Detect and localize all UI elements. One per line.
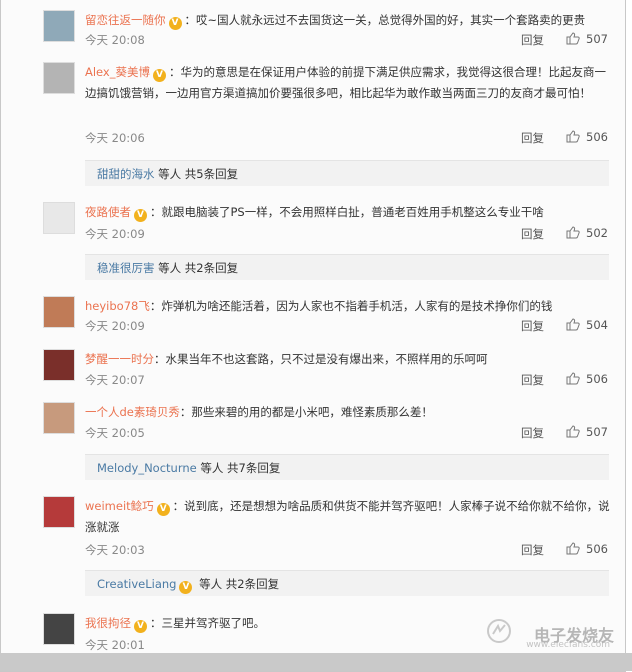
reply-username-link[interactable]: 甜甜的海水 (97, 167, 155, 181)
replies-count-text: 等人 共2条回复 (154, 261, 239, 275)
comment-text: heyibo78飞：炸弹机为啥还能活着，因为人家也不指着手机活，人家有的是技术挣… (85, 296, 611, 317)
thumbs-up-icon (566, 318, 580, 331)
replies-summary[interactable]: 稳准很厉害 等人 共2条回复 (85, 254, 609, 280)
thumbs-up-icon (566, 372, 580, 385)
username-link[interactable]: 一个人de素琦贝秀 (85, 405, 180, 419)
username-link[interactable]: weimeit鲶巧 (85, 499, 154, 513)
like-button[interactable]: 506 (566, 372, 608, 386)
like-count: 507 (586, 32, 608, 46)
verified-badge-icon: V (156, 503, 170, 516)
like-count: 507 (586, 425, 608, 439)
comment-body: ：三星并驾齐驱了吧。 (150, 616, 265, 630)
comment-body: ：那些来碧的用的都是小米吧，难怪素质那么差！ (179, 405, 433, 419)
like-button[interactable]: 507 (566, 425, 608, 439)
like-count: 506 (586, 130, 608, 144)
avatar[interactable] (43, 62, 75, 94)
comment-body: ：炸弹机为啥还能活着，因为人家也不指着手机活，人家有的是技术挣你们的钱 (149, 299, 553, 313)
thumbs-up-icon (566, 425, 580, 438)
verified-badge-icon: V (168, 17, 182, 30)
username-link[interactable]: heyibo78飞 (85, 299, 150, 313)
comment-text: weimeit鲶巧 V ：说到底，还是想想为啥品质和供货不能并驾齐驱吧！人家棒子说不… (85, 496, 611, 538)
avatar[interactable] (43, 496, 75, 528)
avatar[interactable] (43, 296, 75, 328)
reply-button[interactable]: 回复 (521, 318, 544, 334)
comment-meta: 今天 20:09 回复 502 (85, 226, 611, 242)
avatar[interactable] (43, 10, 75, 42)
comment-meta: 今天 20:07 回复 506 (85, 372, 611, 388)
timestamp: 今天 20:09 (85, 319, 145, 333)
comment-meta: 今天 20:08 回复 507 (85, 32, 611, 48)
avatar[interactable] (43, 202, 75, 234)
comment-body: ：哎~国人就永远过不去国货这一关，总觉得外国的好，其实一个套路卖的更贵 (184, 13, 586, 27)
like-button[interactable]: 507 (566, 32, 608, 46)
username-link[interactable]: 夜路使者 (85, 205, 131, 219)
reply-button[interactable]: 回复 (521, 425, 544, 441)
comment-body: ：就跟电脑装了PS一样，不会用照样白扯，普通老百姓用手机整这么专业干啥 (150, 205, 544, 219)
thumbs-up-icon (566, 226, 580, 239)
comment-meta: 今天 20:09 回复 504 (85, 318, 611, 334)
verified-badge-icon: V (134, 620, 147, 633)
username-link[interactable]: 梦醒一一时分 (85, 352, 154, 366)
verified-badge-icon: V (179, 581, 193, 594)
reply-button[interactable]: 回复 (521, 542, 544, 558)
comment-text: 我很拘径 V ：三星并驾齐驱了吧。 (85, 613, 611, 634)
avatar[interactable] (43, 402, 75, 434)
comment-feed: 留恋往返一随你 V ：哎~国人就永远过不去国货这一关，总觉得外国的好，其实一个套路卖… (0, 0, 626, 672)
comment-text: 留恋往返一随你 V ：哎~国人就永远过不去国货这一关，总觉得外国的好，其实一个套路卖… (85, 10, 611, 31)
replies-count-text: 等人 共2条回复 (195, 577, 280, 591)
like-button[interactable]: 506 (566, 542, 608, 556)
bottom-bar (0, 653, 632, 671)
reply-button[interactable]: 回复 (521, 130, 544, 146)
comment-text: 一个人de素琦贝秀：那些来碧的用的都是小米吧，难怪素质那么差！ (85, 402, 611, 423)
timestamp: 今天 20:01 (85, 638, 145, 652)
reply-button[interactable]: 回复 (521, 372, 544, 388)
verified-badge-icon: V (153, 69, 166, 82)
comment-meta: 今天 20:05 回复 507 (85, 425, 611, 441)
thumbs-up-icon (566, 32, 580, 45)
reply-button[interactable]: 回复 (521, 32, 544, 48)
like-button[interactable]: 502 (566, 226, 608, 240)
timestamp: 今天 20:07 (85, 373, 145, 387)
like-count: 506 (586, 542, 608, 556)
watermark-url: www.elecfans.com (526, 640, 610, 650)
watermark-logo-icon (487, 619, 511, 643)
comment-text: Alex_葵美博 V ：华为的意思是在保证用户体验的前提下满足供应需求，我觉得这很合… (85, 62, 611, 104)
like-count: 504 (586, 318, 608, 332)
timestamp: 今天 20:06 (85, 131, 145, 145)
thumbs-up-icon (566, 542, 580, 555)
like-button[interactable]: 504 (566, 318, 608, 332)
like-button[interactable]: 506 (566, 130, 608, 144)
like-count: 502 (586, 226, 608, 240)
comment-meta: 今天 20:03 回复 506 (85, 542, 611, 558)
verified-badge-icon: V (134, 209, 147, 222)
replies-summary[interactable]: Melody_Nocturne 等人 共7条回复 (85, 454, 609, 480)
timestamp: 今天 20:05 (85, 426, 145, 440)
comment-meta: 今天 20:06 回复 506 (85, 130, 611, 146)
username-link[interactable]: 留恋往返一随你 (85, 13, 166, 27)
avatar[interactable] (43, 613, 75, 645)
thumbs-up-icon (566, 130, 580, 143)
avatar[interactable] (43, 349, 75, 381)
reply-username-link[interactable]: Melody_Nocturne (97, 461, 197, 475)
replies-summary[interactable]: CreativeLiang V 等人 共2条回复 (85, 570, 609, 596)
comment-body: ：水果当年不也这套路，只不过是没有爆出来，不照样用的乐呵呵 (154, 352, 488, 366)
replies-summary[interactable]: 甜甜的海水 等人 共5条回复 (85, 160, 609, 186)
username-link[interactable]: Alex_葵美博 (85, 65, 150, 79)
username-link[interactable]: 我很拘径 (85, 616, 131, 630)
like-count: 506 (586, 372, 608, 386)
reply-button[interactable]: 回复 (521, 226, 544, 242)
comment-text: 夜路使者 V ：就跟电脑装了PS一样，不会用照样白扯，普通老百姓用手机整这么专业干啥 (85, 202, 611, 223)
timestamp: 今天 20:08 (85, 33, 145, 47)
replies-count-text: 等人 共7条回复 (196, 461, 281, 475)
reply-username-link[interactable]: 稳准很厉害 (97, 261, 155, 275)
timestamp: 今天 20:03 (85, 543, 145, 557)
reply-username-link[interactable]: CreativeLiang (97, 577, 176, 591)
replies-count-text: 等人 共5条回复 (154, 167, 239, 181)
timestamp: 今天 20:09 (85, 227, 145, 241)
comment-text: 梦醒一一时分：水果当年不也这套路，只不过是没有爆出来，不照样用的乐呵呵 (85, 349, 611, 370)
